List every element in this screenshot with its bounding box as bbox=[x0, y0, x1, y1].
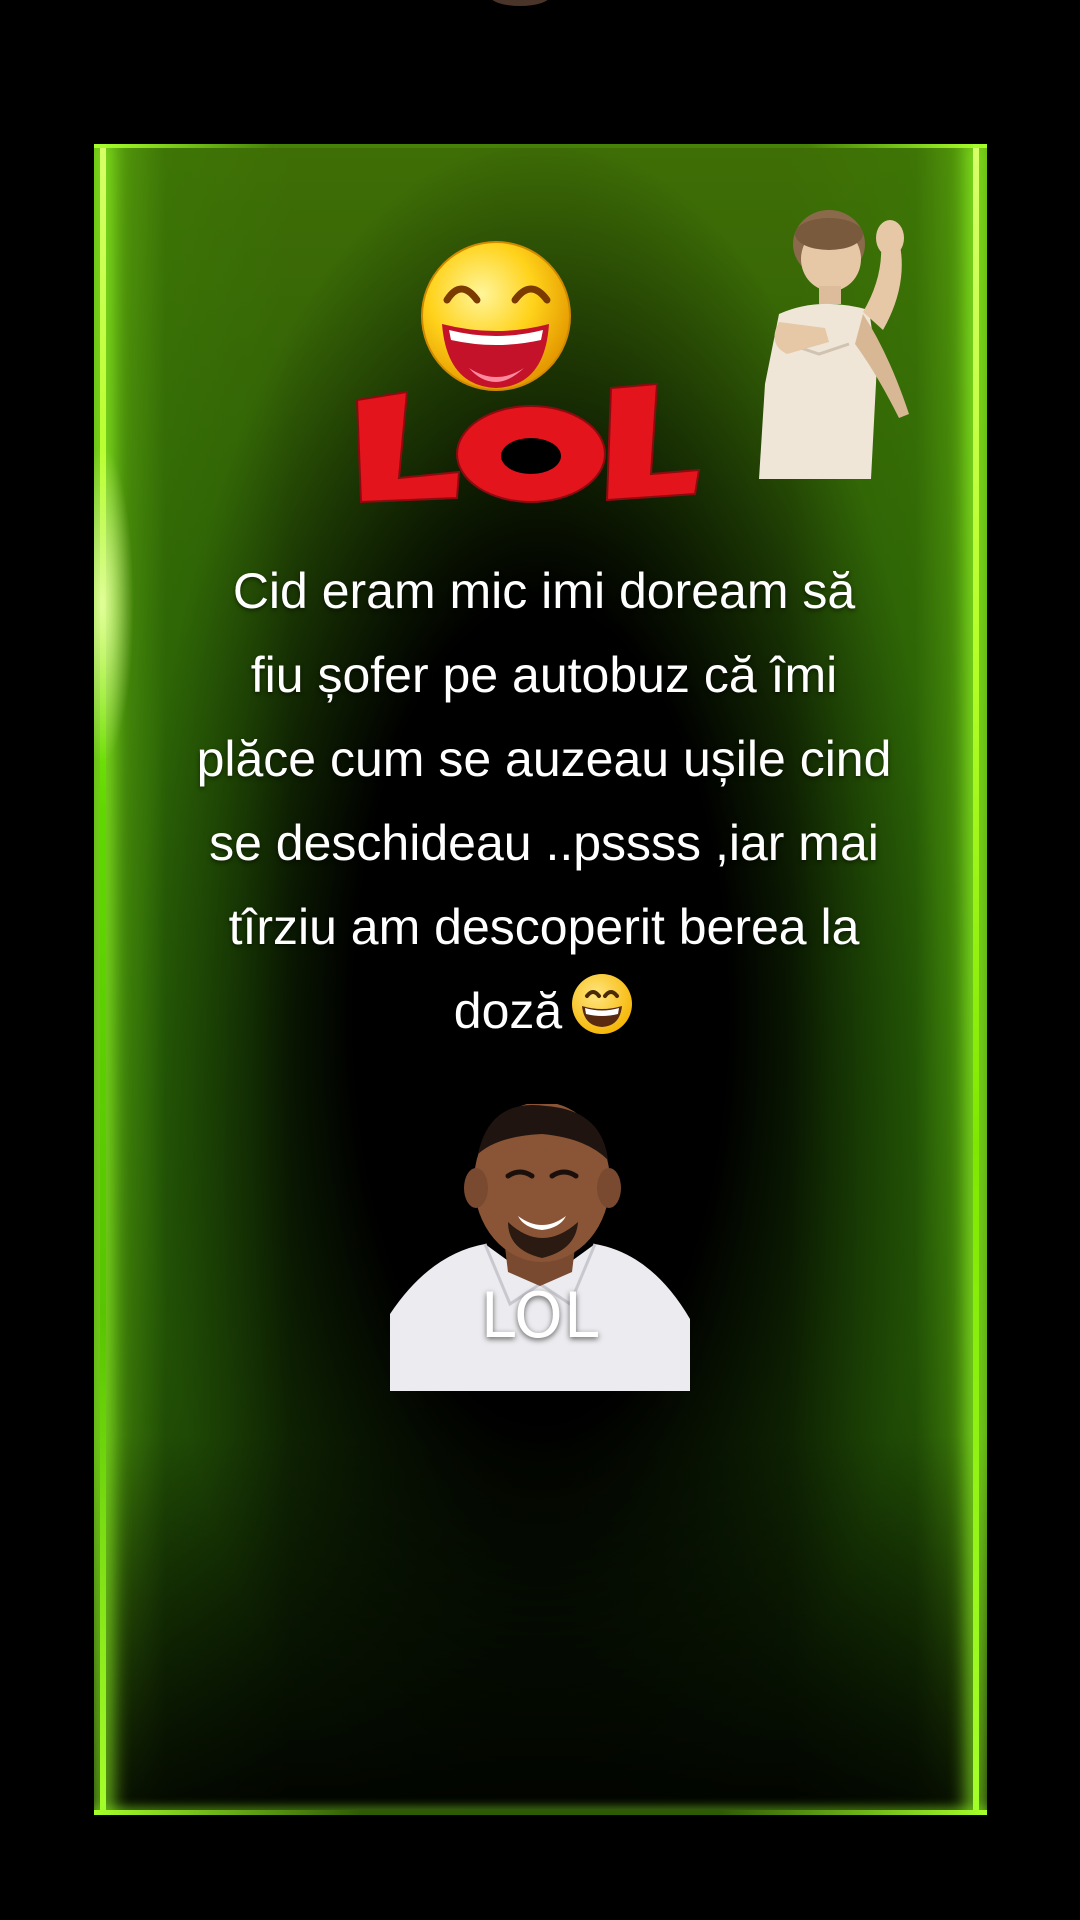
story-caption: Cid eram mic imi doream să fiu șofer pe … bbox=[144, 549, 944, 1061]
lol-text-graphic bbox=[355, 382, 701, 504]
caption-line: Cid eram mic imi doream să bbox=[232, 563, 856, 619]
laughing-man-sticker: LOL bbox=[390, 1102, 690, 1391]
neon-frame: Cid eram mic imi doream să fiu șofer pe … bbox=[94, 144, 987, 1815]
caption-line: doză bbox=[453, 983, 563, 1039]
left-neon-edge bbox=[100, 144, 106, 1815]
light-flare bbox=[94, 444, 134, 764]
lol-logo-sticker bbox=[349, 236, 709, 506]
bottom-neon-edge bbox=[94, 1810, 987, 1815]
caption-line: se deschideau ..pssss ,iar mai bbox=[209, 815, 879, 871]
lol-label: LOL bbox=[480, 1279, 600, 1352]
top-neon-edge bbox=[94, 144, 987, 148]
dancing-boy-sticker bbox=[759, 204, 919, 479]
caption-line: fiu șofer pe autobuz că îmi bbox=[250, 647, 838, 703]
top-avatar-peek bbox=[490, 0, 550, 6]
dancing-boy-image bbox=[759, 210, 909, 479]
caption-line: plăce cum se auzeau ușile cind bbox=[196, 731, 892, 787]
right-neon-edge bbox=[973, 144, 979, 1815]
grinning-face-emoji-icon bbox=[570, 972, 634, 1061]
caption-line: tîrziu am descoperit berea la bbox=[228, 899, 860, 955]
story-screen: Cid eram mic imi doream să fiu șofer pe … bbox=[0, 0, 1080, 1920]
caption-last-line: doză bbox=[144, 969, 944, 1061]
